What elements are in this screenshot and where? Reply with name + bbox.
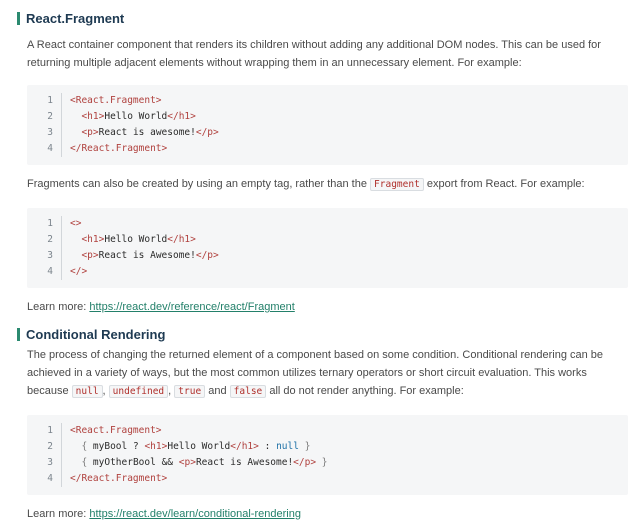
learn-more: Learn more: https://react.dev/reference/… — [27, 298, 628, 316]
code-token: </h1> — [230, 441, 259, 452]
code-token: <h1> — [144, 441, 168, 452]
line-number: 3 — [27, 248, 62, 264]
text-segment: Fragments can also be created by using a… — [27, 178, 367, 190]
code-line: 4 </React.Fragment> — [27, 141, 628, 157]
line-number: 3 — [27, 455, 62, 471]
learn-more-label: Learn more: — [27, 508, 87, 520]
code-line: 2 <h1>Hello World</h1> — [27, 232, 628, 248]
code-token: <h1> — [81, 234, 105, 245]
code-block: 1 <> 2 <h1>Hello World</h1> 3 <p>React i… — [27, 208, 628, 288]
inline-code: null — [71, 385, 103, 398]
code-line: 4 </> — [27, 264, 628, 280]
code-line: 2 { myBool ? <h1>Hello World</h1> : null… — [27, 439, 628, 455]
code-block: 1 <React.Fragment> 2 <h1>Hello World</h1… — [27, 85, 628, 165]
learn-more-link-conditional-rendering[interactable]: https://react.dev/learn/conditional-rend… — [89, 508, 301, 520]
learn-more: Learn more: https://react.dev/learn/cond… — [27, 505, 628, 523]
code-line: 1 <React.Fragment> — [27, 423, 628, 439]
code-token: myOtherBool — [92, 457, 156, 468]
code-line: 4 </React.Fragment> — [27, 471, 628, 487]
code-token: React is Awesome! — [195, 457, 294, 468]
code-token: <React.Fragment> — [70, 425, 162, 436]
code-line: 3 { myOtherBool && <p>React is Awesome!<… — [27, 455, 628, 471]
line-number: 2 — [27, 109, 62, 125]
code-token: && — [161, 457, 174, 468]
code-token: : — [264, 441, 271, 452]
code-token: </p> — [195, 250, 219, 261]
heading-accent-bar — [17, 327, 20, 341]
learn-more-label: Learn more: — [27, 301, 87, 313]
fragment-shorthand-text: Fragments can also be created by using a… — [27, 175, 628, 194]
code-token: </h1> — [167, 234, 196, 245]
code-token: ? — [132, 441, 139, 452]
code-token: </p> — [195, 127, 219, 138]
code-token: </p> — [293, 457, 317, 468]
code-token: </h1> — [167, 111, 196, 122]
inline-code: false — [229, 385, 267, 398]
code-line: 3 <p>React is Awesome!</p> — [27, 248, 628, 264]
code-block: 1 <React.Fragment> 2 { myBool ? <h1>Hell… — [27, 415, 628, 495]
text-segment: and — [208, 385, 227, 397]
line-number: 3 — [27, 125, 62, 141]
code-token: Hello World — [104, 234, 168, 245]
code-token: </> — [70, 266, 88, 277]
section-title: Conditional Rendering — [26, 326, 166, 342]
line-number: 1 — [27, 216, 62, 232]
code-token: <h1> — [81, 111, 105, 122]
code-token: <p> — [81, 250, 99, 261]
code-token: myBool — [92, 441, 128, 452]
text-segment: all do not render anything. For example: — [269, 385, 464, 397]
code-line: 1 <React.Fragment> — [27, 93, 628, 109]
code-token: <p> — [178, 457, 196, 468]
code-token: Hello World — [104, 111, 168, 122]
code-token: <p> — [81, 127, 99, 138]
line-number: 1 — [27, 93, 62, 109]
line-number: 1 — [27, 423, 62, 439]
inline-code: undefined — [108, 385, 169, 398]
section-description: The process of changing the returned ele… — [27, 349, 604, 398]
code-token: Hello World — [167, 441, 231, 452]
code-line: 1 <> — [27, 216, 628, 232]
section-heading-fragment: React.Fragment — [17, 9, 628, 27]
line-number: 4 — [27, 264, 62, 280]
section-title: React.Fragment — [26, 10, 125, 26]
code-token: <> — [70, 218, 82, 229]
code-token: <React.Fragment> — [70, 95, 162, 106]
inline-code: true — [174, 385, 206, 398]
code-token: </React.Fragment> — [70, 143, 168, 154]
code-line: 3 <p>React is awesome!</p> — [27, 125, 628, 141]
inline-code: Fragment — [370, 178, 424, 191]
code-token: </React.Fragment> — [70, 473, 168, 484]
line-number: 4 — [27, 471, 62, 487]
text-segment: export from React. For example: — [426, 178, 585, 190]
code-token: React is awesome! — [98, 127, 196, 138]
code-token: null — [276, 441, 299, 452]
section-heading-conditional-rendering: Conditional Rendering — [17, 325, 628, 343]
code-line: 2 <h1>Hello World</h1> — [27, 109, 628, 125]
learn-more-link-fragment[interactable]: https://react.dev/reference/react/Fragme… — [89, 301, 294, 313]
line-number: 4 — [27, 141, 62, 157]
page-content: React.Fragment A React container compone… — [0, 0, 640, 523]
line-number: 2 — [27, 232, 62, 248]
line-number: 2 — [27, 439, 62, 455]
section-description: A React container component that renders… — [27, 39, 601, 69]
code-token: React is Awesome! — [98, 250, 196, 261]
heading-accent-bar — [17, 11, 20, 25]
